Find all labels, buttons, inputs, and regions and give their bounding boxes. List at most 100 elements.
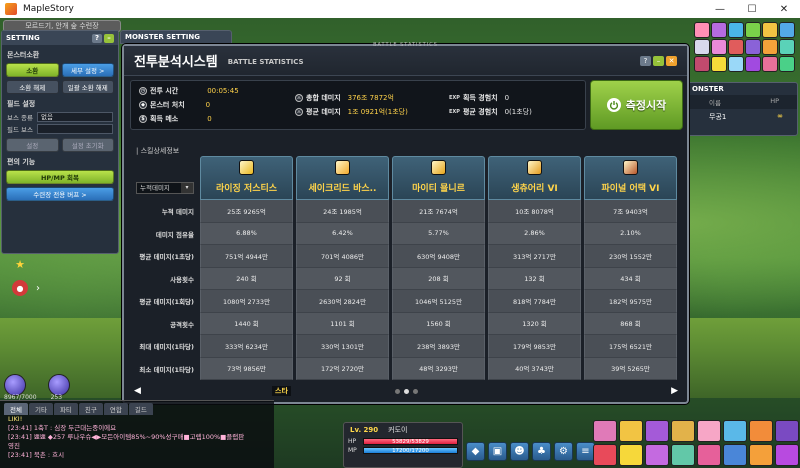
quickslot[interactable]: [775, 420, 799, 442]
skill-stat-cell: 2.86%: [488, 222, 581, 245]
orb-icon: [4, 374, 26, 396]
row-labels: 누적 데미지 데미지 점유율 평균 데미지(1초당) 사용횟수 평균 데미지(1회당) 공…: [130, 200, 200, 380]
quickslot[interactable]: [619, 420, 643, 442]
quickslot[interactable]: [749, 420, 773, 442]
chat-tab[interactable]: 길드: [128, 403, 153, 415]
chat-tab[interactable]: 전체: [4, 403, 28, 415]
power-icon: [606, 98, 621, 112]
quickslot[interactable]: [671, 420, 695, 442]
event-notifier-icon[interactable]: ●: [12, 280, 28, 296]
total-damage: ⚔ 총합 데미지 376조 7872억: [295, 93, 394, 103]
community-icon[interactable]: ♣: [532, 442, 551, 461]
settings-gear-icon[interactable]: ⚙: [554, 442, 573, 461]
skill-stat-cell: 172억 2720만: [296, 357, 389, 380]
quickslot[interactable]: [645, 444, 669, 466]
page-dot[interactable]: [403, 388, 409, 394]
training-buff-button[interactable]: 수련장 전용 버프 >: [6, 187, 114, 201]
close-icon[interactable]: ✕: [666, 55, 677, 66]
row-label: 데미지 점유율: [155, 230, 194, 239]
quickslot-grid: [593, 420, 799, 466]
sort-select[interactable]: 누적데미지 ▾: [136, 182, 194, 194]
measure-start-button[interactable]: 측정시작: [590, 80, 683, 130]
quickslot[interactable]: [697, 444, 721, 466]
buff-icon: [711, 22, 727, 38]
skill-header[interactable]: 마이티 묠니르: [392, 156, 485, 200]
buff-icon: [779, 22, 795, 38]
next-page-button[interactable]: ▶: [671, 386, 678, 396]
prev-page-button[interactable]: ◀: [134, 386, 141, 396]
window-title: MapleStory: [23, 4, 74, 14]
main-menu-buttons: ◆ ▣ ☻ ♣ ⚙ ≡: [466, 442, 595, 461]
apply-button[interactable]: 설정: [6, 138, 59, 152]
help-icon[interactable]: ?: [640, 55, 651, 66]
chat-window: 전체 기타 파티 친구 연합 길드 LIKI! [23:41] 1축T : 심장 두근대는중…: [0, 400, 274, 468]
quickslot[interactable]: [723, 420, 747, 442]
skill-header[interactable]: 라이징 저스티스: [200, 156, 293, 200]
quickslot[interactable]: [593, 444, 617, 466]
skill-stat-cell: 1560 회: [392, 312, 485, 335]
maximize-button[interactable]: ☐: [736, 0, 768, 18]
quickslot[interactable]: [593, 420, 617, 442]
monster-col-hp: HP: [770, 97, 779, 105]
character-name-tag: 스타: [272, 386, 291, 396]
close-button[interactable]: ✕: [768, 0, 800, 18]
field-boss-select[interactable]: [37, 124, 113, 134]
minimize-icon[interactable]: –: [653, 55, 664, 66]
quickslot[interactable]: [619, 444, 643, 466]
monster-kill: ◆ 몬스터 처치 0: [139, 100, 210, 110]
skill-stat-cell: 132 회: [488, 267, 581, 290]
chat-tab[interactable]: 친구: [78, 403, 103, 415]
event-icon[interactable]: ▣: [488, 442, 507, 461]
sword-icon: ⚔: [295, 108, 303, 116]
skill-stat-cell: 1320 회: [488, 312, 581, 335]
summon-clear-button[interactable]: 소환 해제: [6, 80, 59, 94]
detail-setting-button[interactable]: 세부 설정 >: [61, 63, 114, 77]
bulk-clear-button[interactable]: 일괄 소환 해제: [61, 80, 114, 94]
minimize-icon[interactable]: –: [104, 33, 114, 43]
skill-column: 마이티 묠니르 21조 7674억 5.77% 630억 9408만 208 회 1046…: [392, 156, 485, 380]
skill-stat-cell: 92 회: [296, 267, 389, 290]
monster-row[interactable]: 무공1 ∞: [687, 109, 797, 122]
skill-header[interactable]: 파이널 어택 VI: [584, 156, 677, 200]
sword-icon: ⚔: [295, 94, 303, 102]
monster-hp: ∞: [777, 112, 783, 120]
skill-header[interactable]: 세이크리드 바스..: [296, 156, 389, 200]
expand-arrow-icon[interactable]: ›: [30, 280, 46, 296]
star-event-icon[interactable]: ★: [12, 256, 28, 272]
skill-header[interactable]: 생츄어리 VI: [488, 156, 581, 200]
minimize-button[interactable]: —: [704, 0, 736, 18]
exp-average: EXP 평균 경험치 0(1초당): [449, 107, 532, 117]
buff-icon: [762, 56, 778, 72]
chat-tab[interactable]: 파티: [53, 403, 78, 415]
monster-col-name: 이름: [709, 99, 721, 107]
quickslot[interactable]: [697, 420, 721, 442]
buff-icon: [694, 22, 710, 38]
character-icon[interactable]: ☻: [510, 442, 529, 461]
skill-stat-cell: 238억 3893만: [392, 335, 485, 358]
skill-stat-cell: 630억 9408만: [392, 245, 485, 268]
page-dot[interactable]: [394, 388, 400, 394]
skill-stat-cell: 175억 6521만: [584, 335, 677, 358]
quickslot[interactable]: [645, 420, 669, 442]
chat-tab[interactable]: 연합: [103, 403, 128, 415]
page-dots: [394, 388, 418, 394]
meso-icon: $: [139, 115, 147, 123]
monster-panel-title: ONSTER: [692, 85, 724, 93]
chat-tab[interactable]: 기타: [28, 403, 53, 415]
skill-stat-cell: 21조 7674억: [392, 200, 485, 223]
boss-type-select[interactable]: 없음: [37, 112, 113, 122]
reset-button[interactable]: 설정 초기화: [61, 138, 114, 152]
skill-stat-cell: 751억 4944만: [200, 245, 293, 268]
quickslot[interactable]: [749, 444, 773, 466]
hpmp-recover-button[interactable]: HP/MP 회복: [6, 170, 114, 184]
buff-icon: [745, 56, 761, 72]
quickslot[interactable]: [775, 444, 799, 466]
summon-button[interactable]: 소환: [6, 63, 59, 77]
cash-shop-icon[interactable]: ◆: [466, 442, 485, 461]
quickslot[interactable]: [723, 444, 747, 466]
help-icon[interactable]: ?: [92, 33, 102, 43]
acquire-meso-value: 0: [207, 115, 212, 123]
page-dot[interactable]: [412, 388, 418, 394]
skill-column: 생츄어리 VI 10조 8078억 2.86% 313억 2717만 132 회 818억…: [488, 156, 581, 380]
quickslot[interactable]: [671, 444, 695, 466]
